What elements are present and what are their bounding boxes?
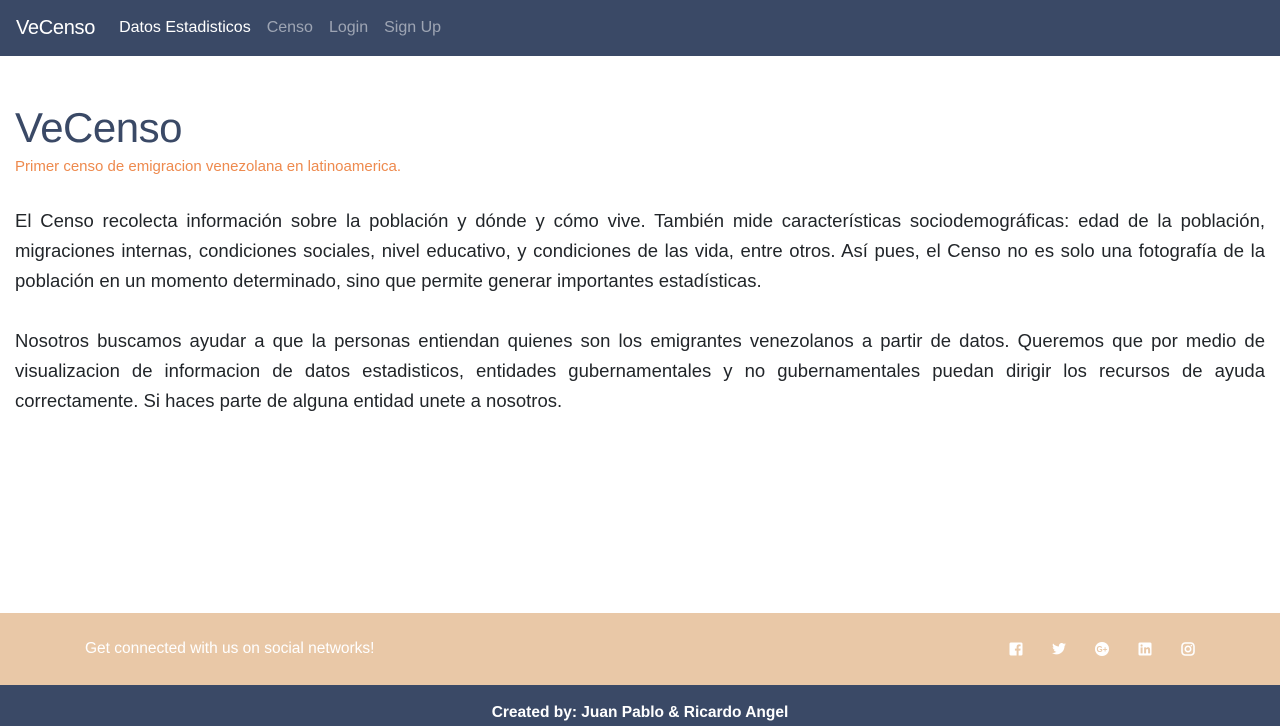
facebook-icon[interactable] bbox=[1009, 642, 1023, 656]
svg-text:G+: G+ bbox=[1097, 645, 1108, 654]
instagram-icon[interactable] bbox=[1181, 642, 1195, 656]
nav-links: Datos Estadisticos Censo Login Sign Up bbox=[119, 19, 457, 37]
twitter-icon[interactable] bbox=[1052, 642, 1066, 656]
top-navbar: VeCenso Datos Estadisticos Censo Login S… bbox=[0, 0, 1280, 56]
join-us-link[interactable]: unete a nosotros bbox=[419, 390, 557, 411]
mission-paragraph: Nosotros buscamos ayudar a que la person… bbox=[15, 326, 1265, 416]
page-title: VeCenso bbox=[15, 104, 182, 151]
social-text: Get connected with us on social networks… bbox=[85, 640, 375, 657]
nav-datos-estadisticos[interactable]: Datos Estadisticos bbox=[119, 19, 251, 37]
footer-credits: Created by: Juan Pablo & Ricardo Angel bbox=[491, 703, 789, 721]
linkedin-icon[interactable] bbox=[1138, 642, 1152, 656]
intro-paragraph: El Censo recolecta información sobre la … bbox=[15, 210, 1265, 291]
main-content: VeCenso Primer censo de emigracion venez… bbox=[15, 104, 1265, 416]
social-icons: G+ bbox=[980, 642, 1195, 656]
google-plus-icon[interactable]: G+ bbox=[1095, 642, 1109, 656]
social-bar: Get connected with us on social networks… bbox=[0, 613, 1280, 685]
nav-censo[interactable]: Censo bbox=[267, 19, 313, 37]
nav-sign-up[interactable]: Sign Up bbox=[384, 19, 441, 37]
page-footer: Created by: Juan Pablo & Ricardo Angel bbox=[0, 685, 1280, 726]
mission-end: . bbox=[557, 390, 563, 411]
nav-login[interactable]: Login bbox=[329, 19, 368, 37]
brand-link[interactable]: VeCenso bbox=[16, 17, 95, 40]
page-subtitle: Primer censo de emigracion venezolana en… bbox=[15, 158, 402, 175]
mission-text: Nosotros buscamos ayudar a que la person… bbox=[15, 330, 1265, 411]
